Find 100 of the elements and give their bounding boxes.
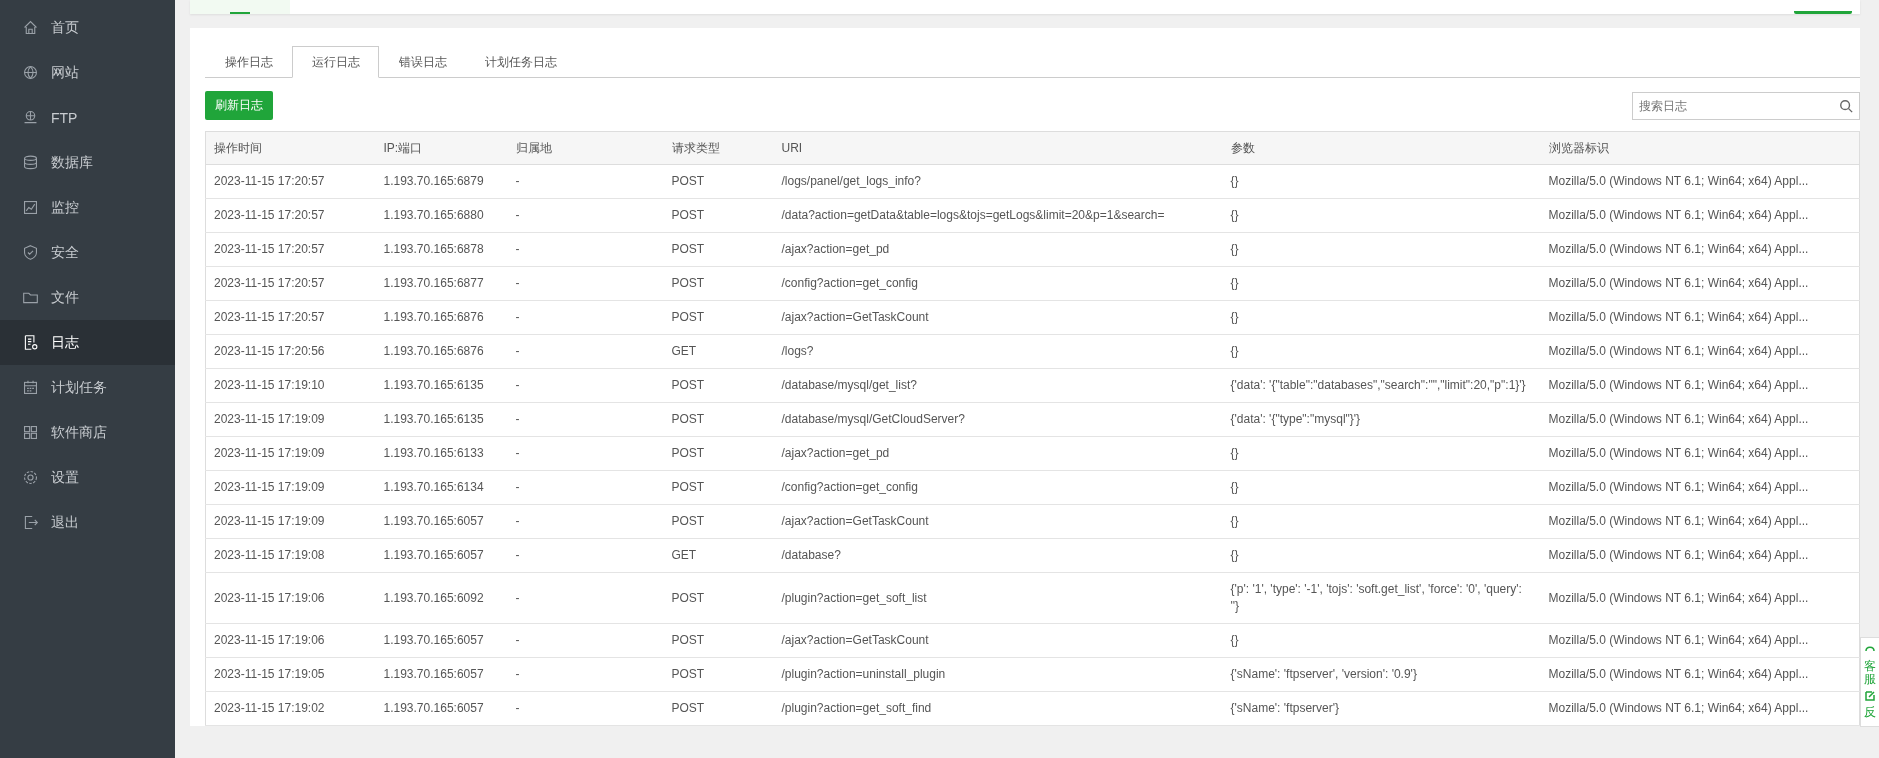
log-icon bbox=[22, 334, 39, 351]
table-cell: 2023-11-15 17:20:57 bbox=[205, 232, 376, 267]
table-cell: 1.193.70.165:6876 bbox=[375, 334, 508, 369]
table-cell: 1.193.70.165:6133 bbox=[375, 436, 508, 471]
table-cell: - bbox=[507, 198, 664, 233]
sidebar-item[interactable]: 退出 bbox=[0, 500, 175, 545]
table-cell: GET bbox=[663, 538, 774, 573]
table-cell: /ajax?action=get_pd bbox=[773, 436, 1223, 471]
table-cell: 1.193.70.165:6057 bbox=[375, 504, 508, 539]
table-cell: /plugin?action=get_soft_find bbox=[773, 691, 1223, 726]
table-cell: - bbox=[507, 334, 664, 369]
table-cell: /ajax?action=GetTaskCount bbox=[773, 623, 1223, 658]
table-cell: 2023-11-15 17:20:57 bbox=[205, 266, 376, 301]
column-header: 参数 bbox=[1222, 131, 1541, 165]
table-cell: - bbox=[507, 657, 664, 692]
table-cell: {} bbox=[1222, 266, 1541, 301]
sidebar-item[interactable]: 网站 bbox=[0, 50, 175, 95]
table-cell: /database/mysql/GetCloudServer? bbox=[773, 402, 1223, 437]
table-cell: - bbox=[507, 368, 664, 403]
home-icon bbox=[22, 19, 39, 36]
table-cell: Mozilla/5.0 (Windows NT 6.1; Win64; x64) Appl... bbox=[1540, 334, 1860, 369]
sidebar-item[interactable]: 计划任务 bbox=[0, 365, 175, 410]
sidebar-item[interactable]: 监控 bbox=[0, 185, 175, 230]
table-cell: POST bbox=[663, 266, 774, 301]
table-cell: POST bbox=[663, 232, 774, 267]
table-cell: 1.193.70.165:6877 bbox=[375, 266, 508, 301]
table-cell: 2023-11-15 17:19:06 bbox=[205, 572, 376, 624]
sidebar-item[interactable]: 文件 bbox=[0, 275, 175, 320]
column-header: 请求类型 bbox=[663, 131, 774, 165]
table-cell: 2023-11-15 17:20:57 bbox=[205, 198, 376, 233]
sidebar-item[interactable]: 数据库 bbox=[0, 140, 175, 185]
sidebar-item[interactable]: 首页 bbox=[0, 5, 175, 50]
table-cell: /plugin?action=uninstall_plugin bbox=[773, 657, 1223, 692]
table-cell: {} bbox=[1222, 470, 1541, 505]
table-cell: POST bbox=[663, 198, 774, 233]
table-cell: {'sName': 'ftpserver', 'version': '0.9'} bbox=[1222, 657, 1541, 692]
table-cell: POST bbox=[663, 470, 774, 505]
table-cell: {'sName': 'ftpserver'} bbox=[1222, 691, 1541, 726]
exit-icon bbox=[22, 514, 39, 531]
table-cell: POST bbox=[663, 623, 774, 658]
table-cell: POST bbox=[663, 657, 774, 692]
log-tab[interactable]: 操作日志 bbox=[205, 46, 292, 78]
table-cell: Mozilla/5.0 (Windows NT 6.1; Win64; x64) Appl... bbox=[1540, 164, 1860, 199]
table-cell: /plugin?action=get_soft_list bbox=[773, 572, 1223, 624]
table-cell: /ajax?action=get_pd bbox=[773, 232, 1223, 267]
table-cell: 1.193.70.165:6057 bbox=[375, 538, 508, 573]
table-cell: - bbox=[507, 623, 664, 658]
table-cell: /database? bbox=[773, 538, 1223, 573]
table-cell: {} bbox=[1222, 538, 1541, 573]
table-cell: - bbox=[507, 164, 664, 199]
table-cell: - bbox=[507, 266, 664, 301]
table-cell: - bbox=[507, 470, 664, 505]
table-cell: /logs? bbox=[773, 334, 1223, 369]
log-tab[interactable]: 错误日志 bbox=[379, 46, 466, 78]
sidebar-item[interactable]: 安全 bbox=[0, 230, 175, 275]
table-cell: 1.193.70.165:6135 bbox=[375, 402, 508, 437]
edit-icon[interactable] bbox=[1864, 690, 1876, 703]
table-cell: 2023-11-15 17:19:06 bbox=[205, 623, 376, 658]
shield-icon bbox=[22, 244, 39, 261]
table-cell: 2023-11-15 17:19:09 bbox=[205, 436, 376, 471]
table-cell: {'data': '{"type":"mysql"}'} bbox=[1222, 402, 1541, 437]
table-cell: POST bbox=[663, 504, 774, 539]
table-cell: /config?action=get_config bbox=[773, 266, 1223, 301]
table-cell: Mozilla/5.0 (Windows NT 6.1; Win64; x64) Appl... bbox=[1540, 691, 1860, 726]
table-cell: /ajax?action=GetTaskCount bbox=[773, 300, 1223, 335]
database-icon bbox=[22, 154, 39, 171]
sidebar-item[interactable]: 日志 bbox=[0, 320, 175, 365]
table-cell: {} bbox=[1222, 300, 1541, 335]
table-cell: 2023-11-15 17:19:08 bbox=[205, 538, 376, 573]
table-cell: /ajax?action=GetTaskCount bbox=[773, 504, 1223, 539]
table-cell: 1.193.70.165:6876 bbox=[375, 300, 508, 335]
table-cell: 1.193.70.165:6879 bbox=[375, 164, 508, 199]
table-cell: POST bbox=[663, 368, 774, 403]
table-cell: /database/mysql/get_list? bbox=[773, 368, 1223, 403]
table-cell: Mozilla/5.0 (Windows NT 6.1; Win64; x64) Appl... bbox=[1540, 368, 1860, 403]
table-cell: Mozilla/5.0 (Windows NT 6.1; Win64; x64) Appl... bbox=[1540, 232, 1860, 267]
table-cell: POST bbox=[663, 402, 774, 437]
sidebar-item[interactable]: 软件商店 bbox=[0, 410, 175, 455]
table-cell: {} bbox=[1222, 198, 1541, 233]
table-cell: {} bbox=[1222, 436, 1541, 471]
table-cell: GET bbox=[663, 334, 774, 369]
table-cell: Mozilla/5.0 (Windows NT 6.1; Win64; x64) Appl... bbox=[1540, 504, 1860, 539]
table-cell: 1.193.70.165:6092 bbox=[375, 572, 508, 624]
log-tab[interactable]: 运行日志 bbox=[292, 46, 379, 78]
table-cell: - bbox=[507, 232, 664, 267]
table-cell: 1.193.70.165:6057 bbox=[375, 623, 508, 658]
grid-icon bbox=[22, 424, 39, 441]
sidebar-item[interactable]: 设置 bbox=[0, 455, 175, 500]
search-field[interactable]: 搜索日志 bbox=[1632, 91, 1860, 120]
calendar-icon bbox=[22, 379, 39, 396]
table-cell: POST bbox=[663, 300, 774, 335]
table-cell: Mozilla/5.0 (Windows NT 6.1; Win64; x64) Appl... bbox=[1540, 266, 1860, 301]
table-cell: - bbox=[507, 436, 664, 471]
log-tab[interactable]: 计划任务日志 bbox=[466, 46, 576, 78]
table-cell: 1.193.70.165:6057 bbox=[375, 657, 508, 692]
sidebar-item[interactable]: FTP bbox=[0, 95, 175, 140]
table-cell: Mozilla/5.0 (Windows NT 6.1; Win64; x64) Appl... bbox=[1540, 300, 1860, 335]
table-cell: 2023-11-15 17:19:09 bbox=[205, 402, 376, 437]
table-cell: Mozilla/5.0 (Windows NT 6.1; Win64; x64) Appl... bbox=[1540, 623, 1860, 658]
table-cell: 2023-11-15 17:19:09 bbox=[205, 470, 376, 505]
